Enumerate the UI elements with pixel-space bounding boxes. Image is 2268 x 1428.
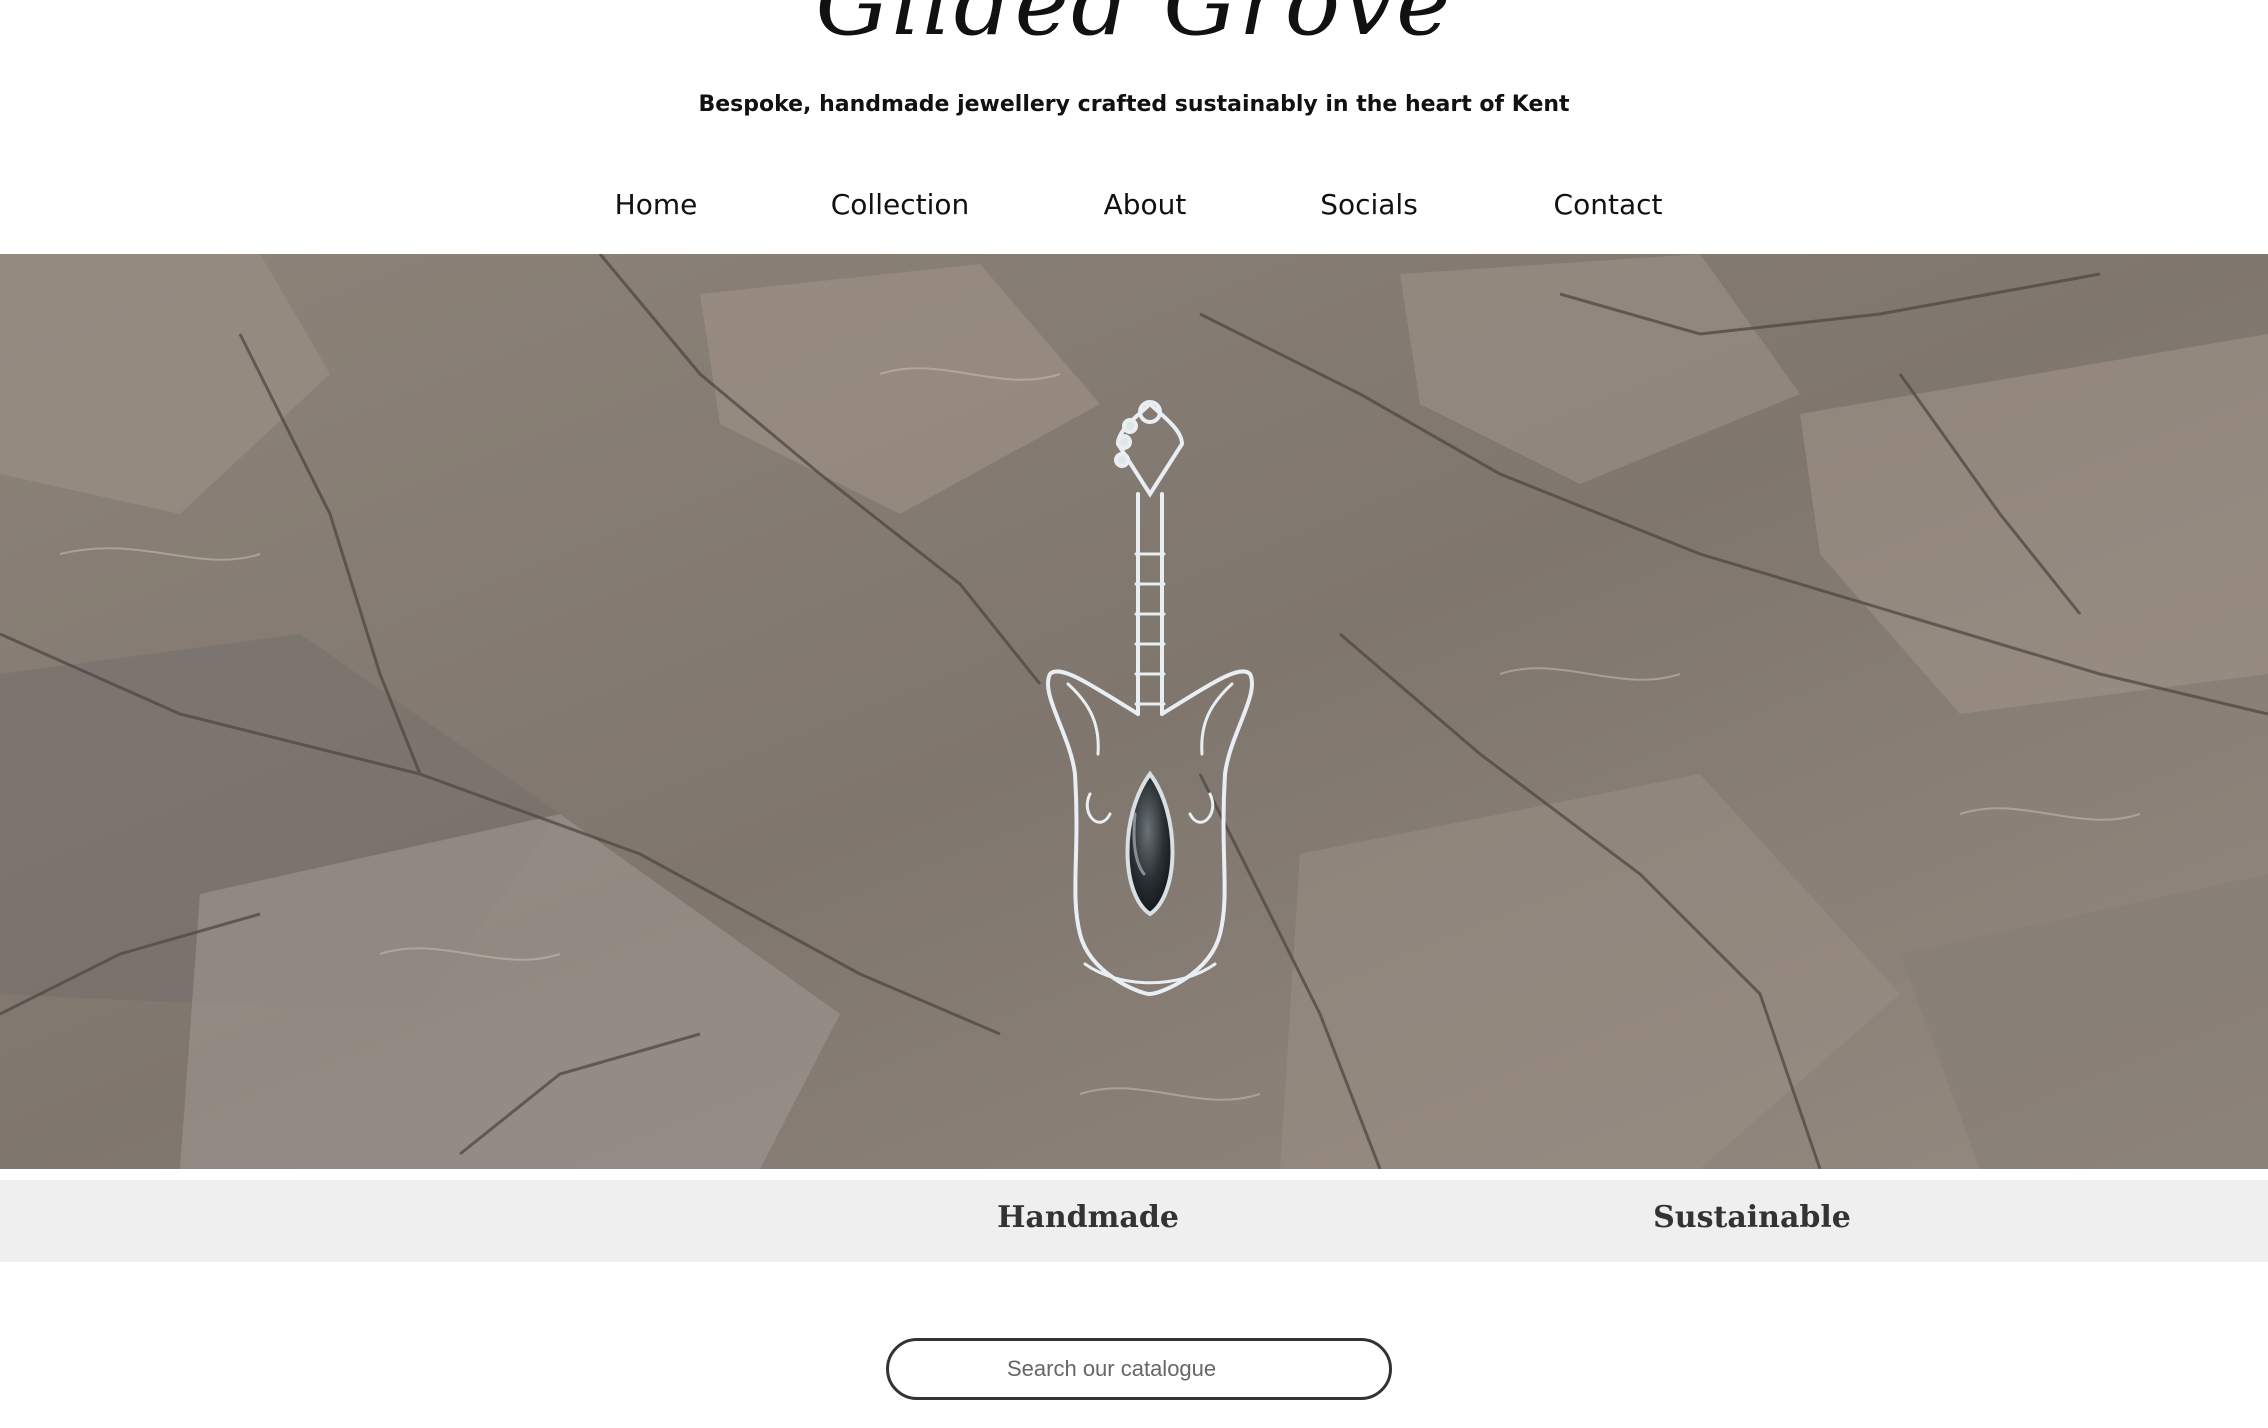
hero-banner xyxy=(0,254,2268,1169)
nav-about[interactable]: About xyxy=(1104,188,1187,221)
nav-socials[interactable]: Socials xyxy=(1320,188,1418,221)
hero-image xyxy=(0,254,2268,1169)
nav-contact[interactable]: Contact xyxy=(1554,188,1663,221)
site-tagline: Bespoke, handmade jewellery crafted sust… xyxy=(698,92,1570,117)
feature-sustainable: Sustainable xyxy=(1653,1200,1851,1235)
search-input[interactable] xyxy=(889,1341,1389,1397)
nav-collection[interactable]: Collection xyxy=(831,188,970,221)
feature-handmade: Handmade xyxy=(997,1200,1179,1235)
main-nav: Home Collection About Socials Contact xyxy=(0,188,2268,232)
nav-home[interactable]: Home xyxy=(615,188,698,221)
features-bar: Handmade Sustainable xyxy=(0,1180,2268,1262)
search-box xyxy=(886,1338,1392,1400)
site-logo[interactable]: Gilded Grove xyxy=(0,0,2268,68)
